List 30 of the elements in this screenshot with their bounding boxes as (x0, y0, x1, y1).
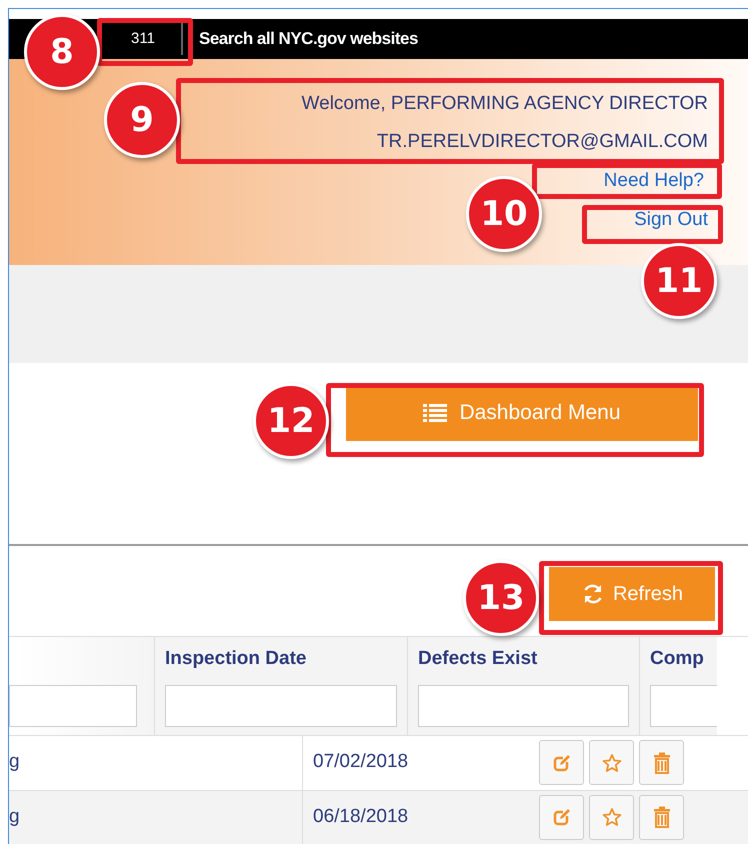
email-text: TR.PERELVDIRECTOR@GMAIL.COM (376, 130, 708, 154)
row-action-button[interactable] (539, 794, 584, 840)
edit-icon (552, 807, 572, 828)
star-icon (602, 807, 622, 828)
column-title: Defects Exist (418, 647, 538, 672)
list-icon (423, 402, 448, 423)
help-link[interactable]: Need Help? (604, 160, 704, 201)
star-icon (602, 752, 622, 773)
row-action-button[interactable] (589, 794, 634, 840)
column-title: Comp (650, 647, 705, 672)
sign-out-link[interactable]: Sign Out (634, 200, 708, 239)
filter-field[interactable] (650, 685, 717, 728)
callout-badge: 13 (463, 560, 539, 636)
row-action-button[interactable] (639, 794, 684, 840)
trash-icon (652, 806, 670, 828)
column-title: Inspection Date (165, 647, 308, 672)
search-link[interactable]: Search all NYC.gov websites (199, 26, 418, 52)
trash-icon (652, 752, 670, 774)
table-cell-text: g (9, 750, 21, 774)
welcome-text: Welcome, PERFORMING AGENCY DIRECTOR (302, 92, 708, 116)
filter-field[interactable] (165, 685, 397, 728)
row-action-button[interactable] (639, 740, 684, 786)
filter-field[interactable] (418, 685, 629, 728)
callout-badge: 12 (253, 383, 329, 459)
row-action-button[interactable] (539, 740, 584, 786)
row-action-button[interactable] (589, 740, 634, 786)
edit-icon (552, 752, 572, 773)
filter-field[interactable] (9, 685, 137, 728)
311-label[interactable]: 311 (131, 28, 155, 50)
table-cell-text: g (9, 804, 21, 829)
